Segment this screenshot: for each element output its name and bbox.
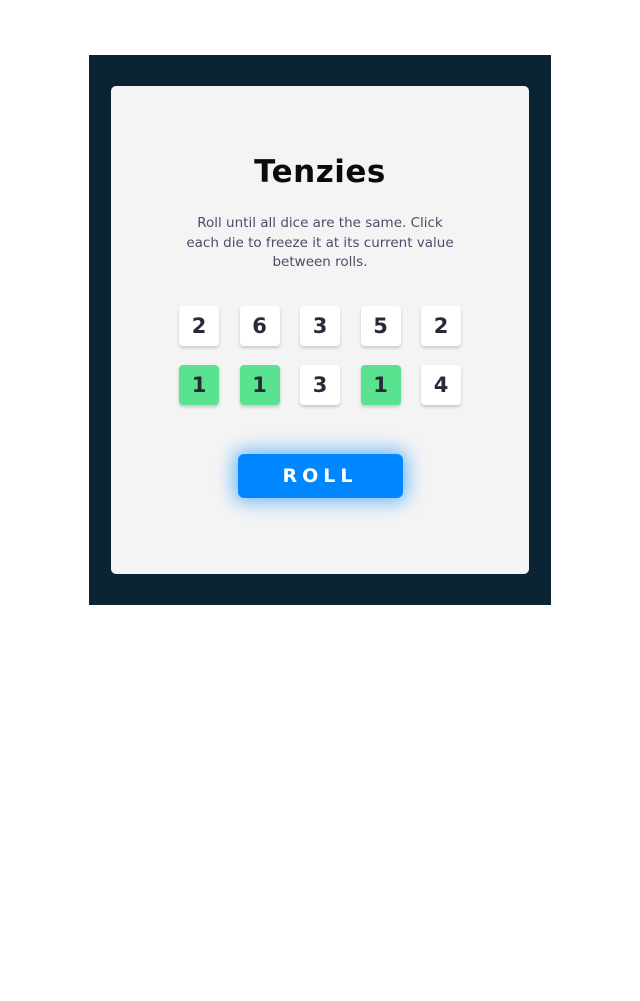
die-held[interactable]: 1 [360, 365, 401, 405]
game-card: Tenzies Roll until all dice are the same… [111, 86, 529, 574]
game-title: Tenzies [254, 154, 386, 190]
roll-button[interactable]: ROLL [238, 454, 403, 498]
app-frame: Tenzies Roll until all dice are the same… [89, 55, 551, 605]
die[interactable]: 5 [360, 306, 401, 346]
die-held[interactable]: 1 [239, 365, 280, 405]
die[interactable]: 3 [300, 306, 340, 346]
die[interactable]: 2 [421, 306, 461, 346]
die[interactable]: 3 [300, 365, 340, 405]
die[interactable]: 4 [421, 365, 461, 405]
game-instructions: Roll until all dice are the same. Click … [186, 215, 454, 270]
die[interactable]: 2 [179, 306, 219, 346]
dice-grid: 2 6 3 5 2 1 1 3 1 4 [179, 306, 461, 405]
die[interactable]: 6 [239, 306, 280, 346]
die-held[interactable]: 1 [179, 365, 219, 405]
